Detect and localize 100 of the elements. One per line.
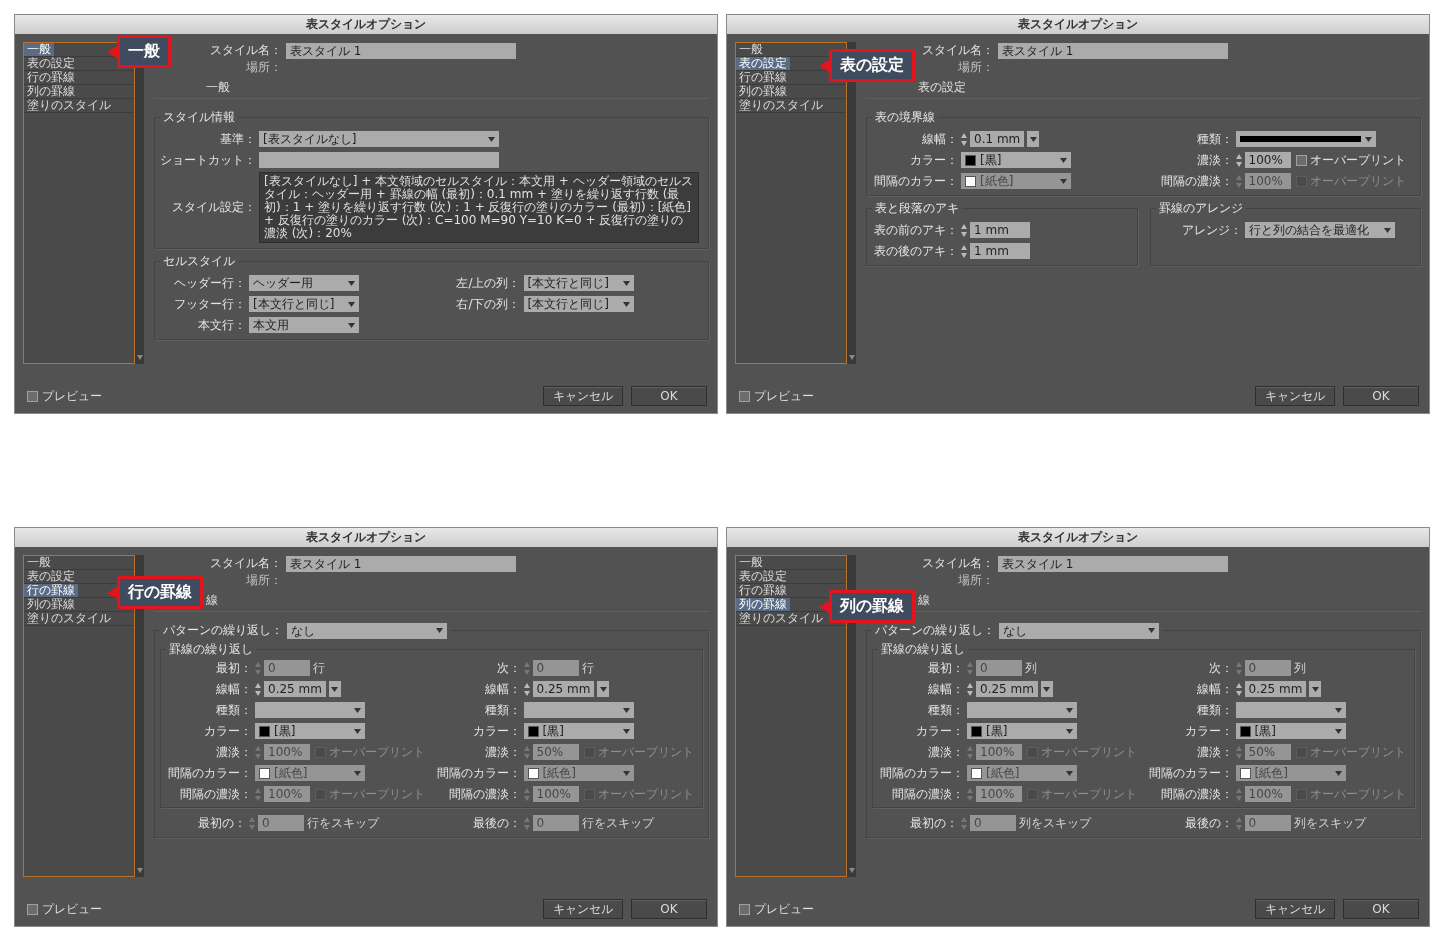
category-item[interactable]: 行の罫線 xyxy=(736,584,790,597)
category-item[interactable]: 列の罫線 xyxy=(736,598,790,611)
spinner-icon[interactable] xyxy=(961,223,967,237)
spinner-icon[interactable] xyxy=(1235,787,1242,801)
spinner-icon[interactable] xyxy=(961,132,967,146)
number-field[interactable]: 0.25 mm xyxy=(264,681,326,697)
checkbox[interactable] xyxy=(739,903,750,915)
category-item[interactable]: 行の罫線 xyxy=(24,584,78,597)
scroll-down-icon[interactable] xyxy=(848,355,855,360)
dialog-button[interactable]: キャンセル xyxy=(543,386,623,406)
category-item[interactable]: 塗りのスタイル xyxy=(736,99,826,112)
spinner-icon[interactable] xyxy=(967,661,973,675)
dropdown[interactable] xyxy=(523,702,634,718)
number-field[interactable]: 1 mm xyxy=(970,243,1030,259)
dropdown[interactable] xyxy=(967,702,1077,718)
spinner-icon[interactable] xyxy=(523,682,530,696)
dropdown[interactable]: なし xyxy=(999,622,1159,639)
spinner-icon[interactable] xyxy=(1235,745,1242,759)
spinner-icon[interactable] xyxy=(967,787,973,801)
dropdown[interactable]: 本文用 xyxy=(249,317,359,333)
checkbox[interactable] xyxy=(27,903,38,915)
stroke-type-dropdown[interactable] xyxy=(1235,131,1376,147)
category-item[interactable]: 列の罫線 xyxy=(24,85,78,98)
spinner-icon[interactable] xyxy=(523,816,530,830)
spinner-icon[interactable] xyxy=(523,787,530,801)
spinner-icon[interactable] xyxy=(255,682,261,696)
number-field[interactable]: 100% xyxy=(1244,152,1291,168)
number-field[interactable]: 0.25 mm xyxy=(1244,681,1307,697)
menu-button[interactable] xyxy=(1309,681,1322,697)
dialog-button[interactable]: OK xyxy=(631,899,707,919)
number-field[interactable]: 0.25 mm xyxy=(976,681,1038,697)
spinner-icon[interactable] xyxy=(255,787,261,801)
style-name-field[interactable]: 表スタイル 1 xyxy=(998,555,1228,572)
dropdown[interactable] xyxy=(255,702,365,718)
scroll-down-icon[interactable] xyxy=(136,868,143,873)
checkbox[interactable] xyxy=(739,390,750,402)
category-item[interactable]: 列の罫線 xyxy=(24,598,78,611)
category-item[interactable]: 一般 xyxy=(736,43,766,56)
menu-button[interactable] xyxy=(597,681,610,697)
spinner-icon[interactable] xyxy=(255,745,261,759)
checkbox[interactable] xyxy=(27,390,38,402)
checkbox[interactable] xyxy=(1295,154,1307,166)
dropdown[interactable]: [本文行と同じ] xyxy=(523,275,634,291)
spinner-icon[interactable] xyxy=(1235,816,1242,830)
spinner-icon[interactable] xyxy=(1235,174,1242,188)
menu-button[interactable] xyxy=(328,681,341,697)
category-item[interactable]: 列の罫線 xyxy=(736,85,790,98)
dialog-button[interactable]: OK xyxy=(1343,386,1419,406)
dropdown[interactable]: [黒] xyxy=(255,723,365,739)
dropdown[interactable]: [黒] xyxy=(1235,723,1346,739)
text-area[interactable]: [表スタイルなし] + 本文領域のセルスタイル：本文用 + ヘッダー領域のセルスタイル：ヘッダー用 + 罫線の幅 (最初)：0.1 mm + 塗りを繰り返す行数 (最初)：1 + 塗りを繰り返す行数 (次)：1 + 反復行の塗りのカラー (最初)：[紙色] + 反復行の塗りのカラー (次)：C=100 M=90 Y=10 K=0 + 反復行の塗りの濃淡 (次)：20% xyxy=(259,172,699,243)
spinner-icon[interactable] xyxy=(961,816,967,830)
style-name-field[interactable]: 表スタイル 1 xyxy=(286,42,516,59)
spinner-icon[interactable] xyxy=(255,661,261,675)
category-item[interactable]: 塗りのスタイル xyxy=(24,612,114,625)
dialog-button[interactable]: OK xyxy=(631,386,707,406)
scroll-down-icon[interactable] xyxy=(848,868,855,873)
spinner-icon[interactable] xyxy=(961,244,967,258)
number-field[interactable]: 0.25 mm xyxy=(532,681,595,697)
dropdown[interactable]: [黒] xyxy=(967,723,1077,739)
dropdown[interactable]: [本文行と同じ] xyxy=(249,296,359,312)
dropdown[interactable]: なし xyxy=(287,622,447,639)
dialog-button[interactable]: キャンセル xyxy=(1255,386,1335,406)
spinner-icon[interactable] xyxy=(1235,682,1242,696)
category-item[interactable]: 行の罫線 xyxy=(736,71,790,84)
spinner-icon[interactable] xyxy=(967,745,973,759)
category-item[interactable]: 一般 xyxy=(736,556,766,569)
dialog-button[interactable]: OK xyxy=(1343,899,1419,919)
spinner-icon[interactable] xyxy=(523,745,530,759)
text-field[interactable] xyxy=(259,152,499,168)
spinner-icon[interactable] xyxy=(967,682,973,696)
spinner-icon[interactable] xyxy=(249,816,255,830)
dropdown[interactable]: ヘッダー用 xyxy=(249,275,359,291)
dropdown[interactable] xyxy=(1235,702,1346,718)
spinner-icon[interactable] xyxy=(1235,153,1242,167)
dropdown[interactable]: 行と列の結合を最適化 xyxy=(1244,222,1395,238)
category-item[interactable]: 表の設定 xyxy=(736,57,790,70)
category-item[interactable]: 表の設定 xyxy=(736,570,790,583)
category-item[interactable]: 一般 xyxy=(24,43,54,56)
category-item[interactable]: 塗りのスタイル xyxy=(736,612,826,625)
style-name-field[interactable]: 表スタイル 1 xyxy=(998,42,1228,59)
number-field[interactable]: 1 mm xyxy=(970,222,1030,238)
dropdown[interactable]: [黒] xyxy=(961,152,1071,168)
number-field[interactable]: 0.1 mm xyxy=(970,131,1025,147)
category-item[interactable]: 一般 xyxy=(24,556,54,569)
spinner-icon[interactable] xyxy=(1235,661,1242,675)
category-item[interactable]: 塗りのスタイル xyxy=(24,99,114,112)
dialog-button[interactable]: キャンセル xyxy=(1255,899,1335,919)
menu-button[interactable] xyxy=(1040,681,1053,697)
category-item[interactable]: 表の設定 xyxy=(24,57,78,70)
category-item[interactable]: 行の罫線 xyxy=(24,71,78,84)
menu-button[interactable] xyxy=(1027,131,1040,147)
dialog-button[interactable]: キャンセル xyxy=(543,899,623,919)
dropdown[interactable]: [黒] xyxy=(523,723,634,739)
spinner-icon[interactable] xyxy=(523,661,530,675)
dropdown[interactable]: [本文行と同じ] xyxy=(523,296,634,312)
dropdown[interactable]: [表スタイルなし] xyxy=(259,131,499,147)
category-item[interactable]: 表の設定 xyxy=(24,570,78,583)
style-name-field[interactable]: 表スタイル 1 xyxy=(286,555,516,572)
scroll-down-icon[interactable] xyxy=(136,355,143,360)
